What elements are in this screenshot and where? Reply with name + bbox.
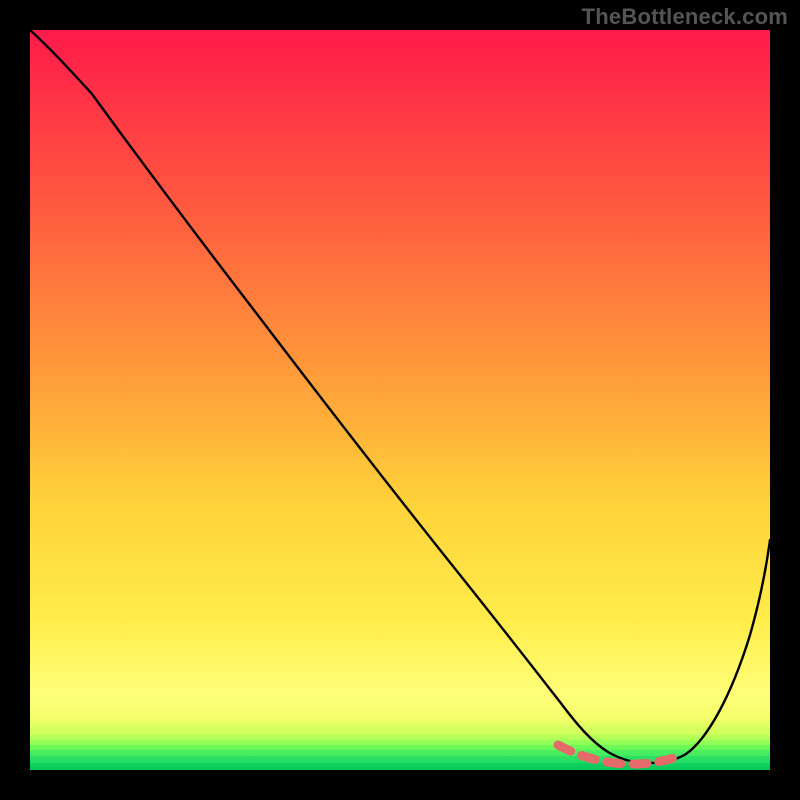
chart-svg xyxy=(30,30,770,770)
plot-area xyxy=(30,30,770,770)
watermark-text: TheBottleneck.com xyxy=(582,4,788,30)
chart-frame: TheBottleneck.com xyxy=(0,0,800,800)
gradient-background xyxy=(30,30,770,770)
